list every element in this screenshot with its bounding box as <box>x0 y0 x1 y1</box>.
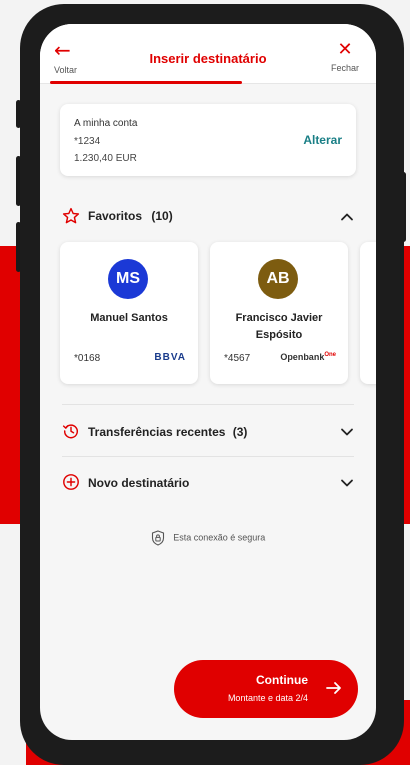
favorite-card[interactable]: MS Manuel Santos *0168 BBVA <box>60 242 198 384</box>
continue-button[interactable]: Continue Montante e data 2/4 <box>174 660 358 718</box>
close-button[interactable]: ✕ Fechar <box>328 39 362 74</box>
avatar: MS <box>108 259 148 299</box>
app-screen: ← Voltar Inserir destinatário ✕ Fechar A… <box>40 24 376 740</box>
history-icon <box>62 424 78 439</box>
shield-lock-icon <box>151 530 164 546</box>
favorite-account: *4567 <box>224 353 251 364</box>
continue-label: Continue <box>256 673 308 687</box>
recent-transfers-count: (3) <box>232 425 248 439</box>
secure-connection-text: Esta conexão é segura <box>173 532 266 543</box>
recent-transfers-title: Transferências recentes (3) <box>88 425 247 439</box>
favorite-card[interactable]: AB Francisco Javier Espósito *4567 Openb… <box>210 242 348 384</box>
back-label: Voltar <box>54 65 78 75</box>
bank-logo-openbank: OpenbankOne <box>280 352 336 362</box>
avatar: AB <box>258 259 298 299</box>
favorite-card[interactable] <box>360 242 376 384</box>
favorite-name: Manuel Santos <box>90 312 168 324</box>
section-divider <box>62 456 354 457</box>
bank-logo-bbva: BBVA <box>154 352 186 363</box>
favorites-title: Favoritos (10) <box>88 209 173 223</box>
chevron-down-icon <box>341 479 353 487</box>
star-icon <box>62 207 80 224</box>
new-recipient-title: Novo destinatário <box>88 476 190 490</box>
chevron-up-icon <box>341 213 353 221</box>
add-circle-icon <box>63 474 79 490</box>
source-account-card: A minha conta *1234 1.230,40 EUR Alterar <box>60 104 356 176</box>
bank-name: Openbank <box>280 352 325 362</box>
secure-connection-note: Esta conexão é segura <box>40 530 376 546</box>
recent-transfers-label: Transferências recentes <box>88 425 226 439</box>
account-number: *1234 <box>74 136 101 147</box>
arrow-right-icon <box>326 682 341 694</box>
step-progress-indicator <box>50 81 242 84</box>
bank-suffix: One <box>324 352 336 358</box>
top-bar: ← Voltar Inserir destinatário ✕ Fechar <box>40 24 376 84</box>
favorites-label: Favoritos <box>88 209 143 223</box>
close-label: Fechar <box>330 63 359 73</box>
continue-step-info: Montante e data 2/4 <box>227 693 308 703</box>
account-name: A minha conta <box>74 118 138 129</box>
page-title: Inserir destinatário <box>149 51 267 66</box>
close-icon: ✕ <box>337 39 353 60</box>
section-divider <box>62 404 354 405</box>
change-account-link[interactable]: Alterar <box>303 133 342 147</box>
favorite-name: Francisco Javier Espósito <box>235 312 323 341</box>
favorite-account: *0168 <box>74 353 101 364</box>
account-balance: 1.230,40 EUR <box>74 153 137 164</box>
chevron-down-icon <box>341 428 353 436</box>
favorites-count: (10) <box>151 209 173 223</box>
